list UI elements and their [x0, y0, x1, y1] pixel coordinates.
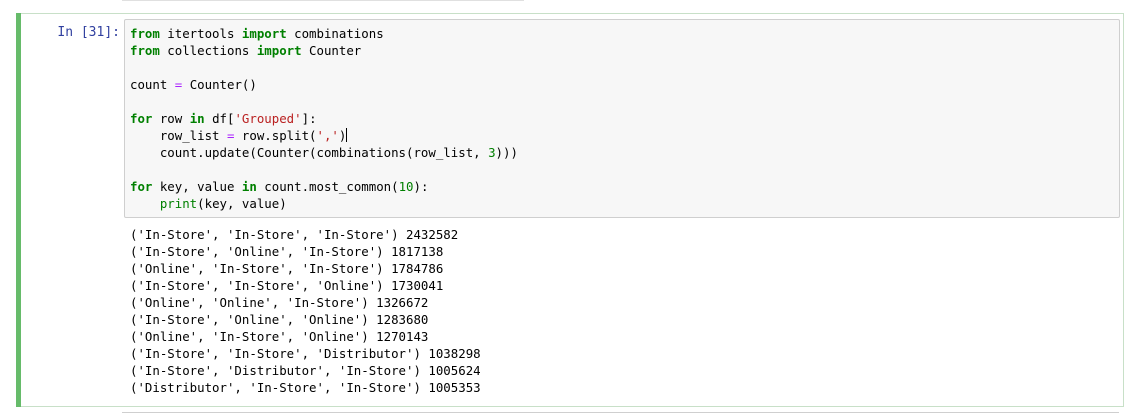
code-token: Counter — [301, 43, 362, 58]
code-token: row.split( — [234, 128, 317, 143]
code-token: import — [241, 26, 287, 41]
code-token: count — [130, 77, 175, 92]
output-line: ('Online', 'Online', 'In-Store') 1326672 — [130, 295, 429, 310]
code-line[interactable]: from collections import Counter — [130, 42, 518, 59]
code-line[interactable]: for row in df['Grouped']: — [130, 110, 518, 127]
code-line[interactable]: count = Counter() — [130, 76, 518, 93]
code-token: count.update(Counter(combinations(row_li… — [130, 145, 489, 160]
code-line[interactable] — [130, 161, 518, 178]
code-token: 'Grouped' — [234, 111, 302, 126]
text-cursor — [346, 128, 348, 142]
output-line: ('Online', 'In-Store', 'In-Store') 17847… — [130, 261, 444, 276]
code-token: 3 — [488, 145, 496, 160]
code-token: (key, value) — [197, 196, 287, 211]
output-line: ('In-Store', 'In-Store', 'Online') 17300… — [130, 278, 444, 293]
code-token: print — [159, 196, 198, 211]
code-token: from — [130, 43, 160, 58]
code-token: ',' — [316, 128, 339, 143]
output-line: ('In-Store', 'Distributor', 'In-Store') … — [130, 363, 481, 378]
code-token: 10 — [398, 179, 414, 194]
code-line[interactable]: for key, value in count.most_common(10): — [130, 178, 518, 195]
code-editor[interactable]: from itertools import combinations from c… — [130, 25, 518, 212]
code-token: ): — [413, 179, 429, 194]
output-line: ('Distributor', 'In-Store', 'In-Store') … — [130, 380, 481, 395]
next-cell-edge — [122, 412, 1119, 413]
input-prompt: In [31]: — [57, 25, 120, 40]
code-token: combinations — [286, 26, 384, 41]
code-token: ))) — [495, 145, 518, 160]
previous-cell-edge — [122, 0, 524, 1]
output-line: ('In-Store', 'Online', 'Online') 1283680 — [130, 312, 429, 327]
code-token: itertools — [159, 26, 242, 41]
code-token: in — [189, 111, 205, 126]
code-token: row_list — [130, 128, 227, 143]
code-line[interactable] — [130, 59, 518, 76]
output-line: ('In-Store', 'Online', 'In-Store') 18171… — [130, 244, 444, 259]
code-token: from — [130, 26, 160, 41]
code-line[interactable]: print(key, value) — [130, 195, 518, 212]
code-token: collections — [159, 43, 257, 58]
cell-output: ('In-Store', 'In-Store', 'In-Store') 243… — [130, 226, 481, 396]
code-token: key, value — [152, 179, 242, 194]
code-line[interactable]: row_list = row.split(',') — [130, 127, 518, 144]
code-token: ) — [338, 128, 347, 143]
code-line[interactable]: from itertools import combinations — [130, 25, 518, 42]
code-line[interactable]: count.update(Counter(combinations(row_li… — [130, 144, 518, 161]
code-token: import — [256, 43, 302, 58]
code-token: row — [152, 111, 190, 126]
output-line: ('In-Store', 'In-Store', 'In-Store') 243… — [130, 227, 459, 242]
cell-selection-bar — [16, 13, 21, 407]
code-token: count.most_common( — [256, 179, 399, 194]
code-token: in — [241, 179, 257, 194]
output-line: ('Online', 'In-Store', 'Online') 1270143 — [130, 329, 429, 344]
code-token: Counter() — [182, 77, 257, 92]
code-line[interactable] — [130, 93, 518, 110]
code-token: for — [130, 179, 153, 194]
code-token: for — [130, 111, 153, 126]
output-line: ('In-Store', 'In-Store', 'Distributor') … — [130, 346, 481, 361]
code-token: ]: — [301, 111, 317, 126]
code-token: df[ — [204, 111, 235, 126]
